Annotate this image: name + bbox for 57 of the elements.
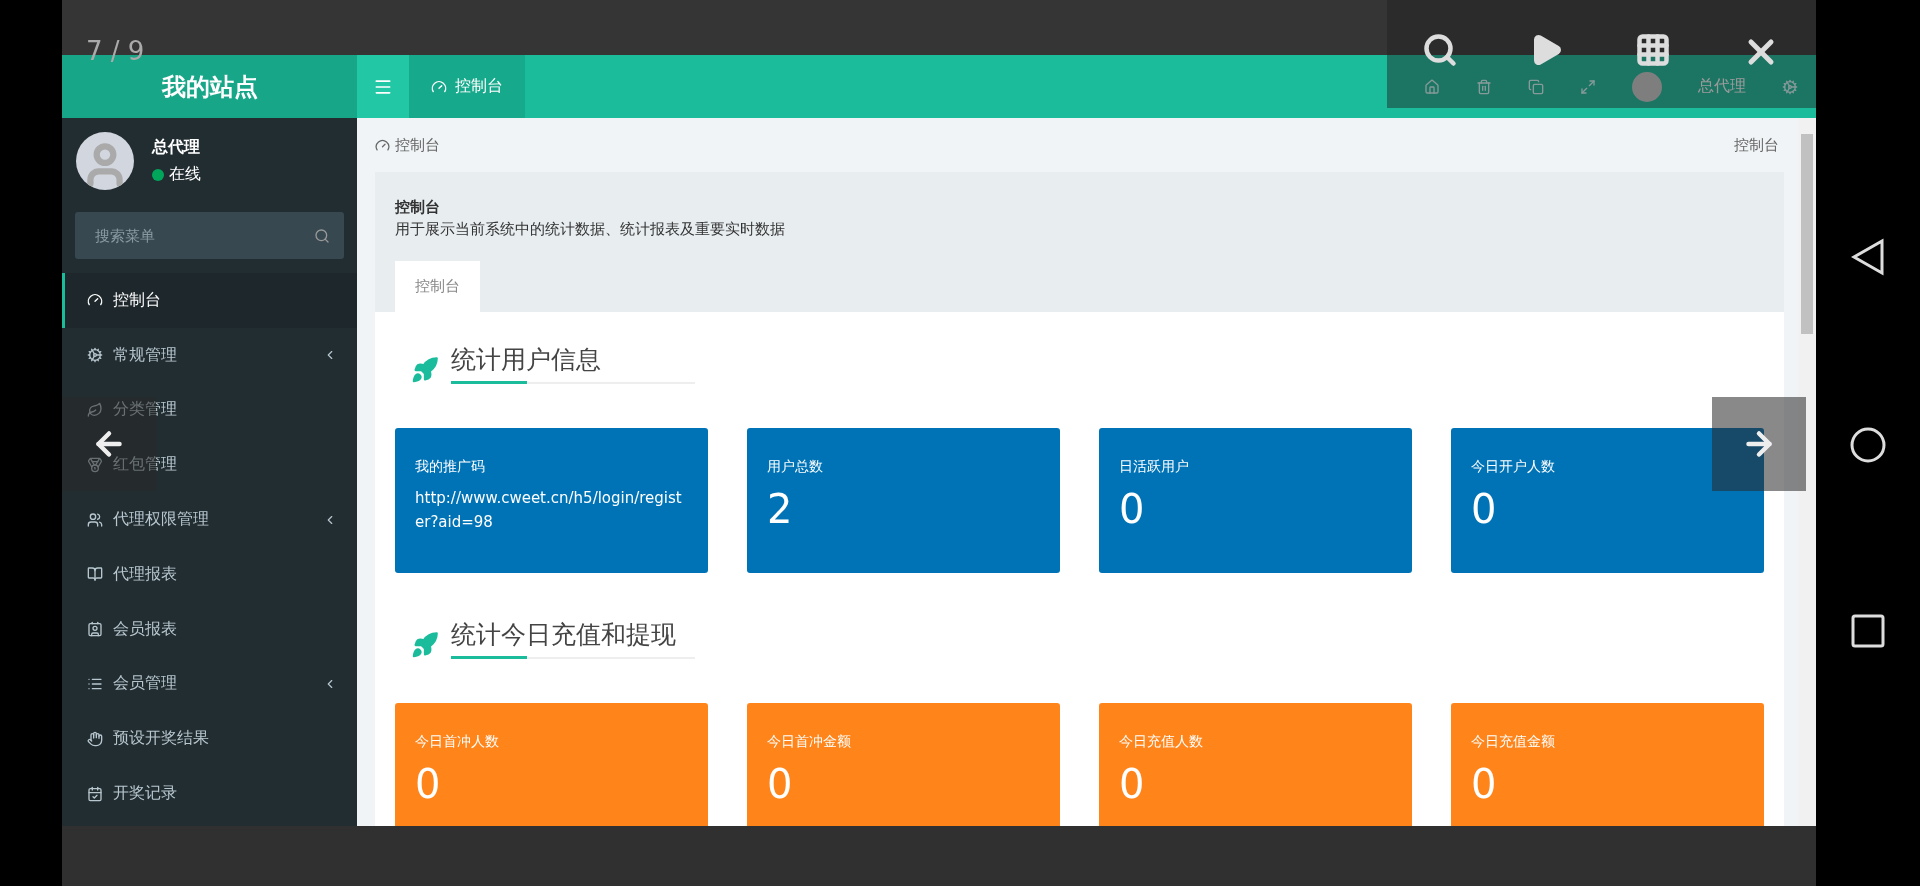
sidebar-item[interactable]: 开奖记录 [62,766,357,821]
stat-label: 日活跃用户 [1119,458,1190,476]
stat-label: 今日开户人数 [1471,458,1556,476]
search-input[interactable]: 搜索菜单 [93,226,314,245]
menu-toggle-button[interactable] [357,55,409,118]
rocket-icon [411,631,439,659]
sidebar-item[interactable]: 常规管理 [62,327,357,383]
user-status: 在线 [169,164,201,185]
sidebar-item[interactable]: 代理权限管理 [62,492,357,547]
search-field[interactable]: 搜索菜单 [75,212,344,259]
gear-icon [87,347,103,364]
page-title: 控制台 [1734,135,1780,155]
stat-label: 今日充值金额 [1471,733,1556,751]
leaf-icon [87,402,103,418]
breadcrumb[interactable]: 控制台 [395,135,440,155]
panel-title: 控制台 [395,198,441,217]
calendar-icon [87,785,103,802]
contact-card-icon [87,621,103,638]
gauge-icon [431,78,447,95]
stat-label: 今日充值人数 [1119,733,1204,751]
users-icon [87,511,103,528]
sidebar-item[interactable]: 会员报表 [62,601,357,657]
recent-apps-icon[interactable] [1851,614,1885,648]
scrollbar[interactable] [1798,118,1816,826]
hand-icon [87,730,103,747]
rocket-icon [411,356,439,384]
stat-label: 用户总数 [767,458,824,476]
section-title: 统计今日充值和提现 [451,619,677,651]
stat-label: 我的推广码 [415,458,486,476]
section-title: 统计用户信息 [451,344,602,376]
book-icon [87,566,103,583]
next-button[interactable] [1712,397,1806,491]
stat-value: 0 [767,761,794,807]
medal-icon [87,456,103,473]
user-name: 总代理 [152,137,201,158]
grid-button[interactable] [1634,32,1671,68]
stat-value: 0 [1471,486,1498,532]
home-icon[interactable] [1849,426,1887,464]
sidebar-item[interactable]: 会员管理 [62,656,357,712]
stat-value: 2 [767,486,794,532]
user-avatar [76,132,134,190]
stat-label: 今日首冲金额 [767,733,852,751]
stat-value: 0 [1119,761,1146,807]
stat-label: 今日首冲人数 [415,733,500,751]
gauge-icon [375,137,390,153]
sidebar-item[interactable]: 控制台 [62,273,357,328]
stat-value: 0 [1119,486,1146,532]
panel-description: 用于展示当前系统中的统计数据、统计报表及重要实时数据 [395,220,786,239]
search-icon[interactable] [314,227,330,244]
back-icon[interactable] [1851,238,1885,276]
referral-link[interactable]: http://www.cweet.cn/h5/login/register?aid=98 [415,486,688,534]
panel-tab[interactable]: 控制台 [395,261,480,312]
stat-value: 0 [1471,761,1498,807]
stat-value: 0 [415,761,442,807]
sidebar-item[interactable]: 预设开奖结果 [62,711,357,767]
sidebar-item[interactable]: 代理报表 [62,547,357,602]
search-button[interactable] [1422,32,1459,68]
